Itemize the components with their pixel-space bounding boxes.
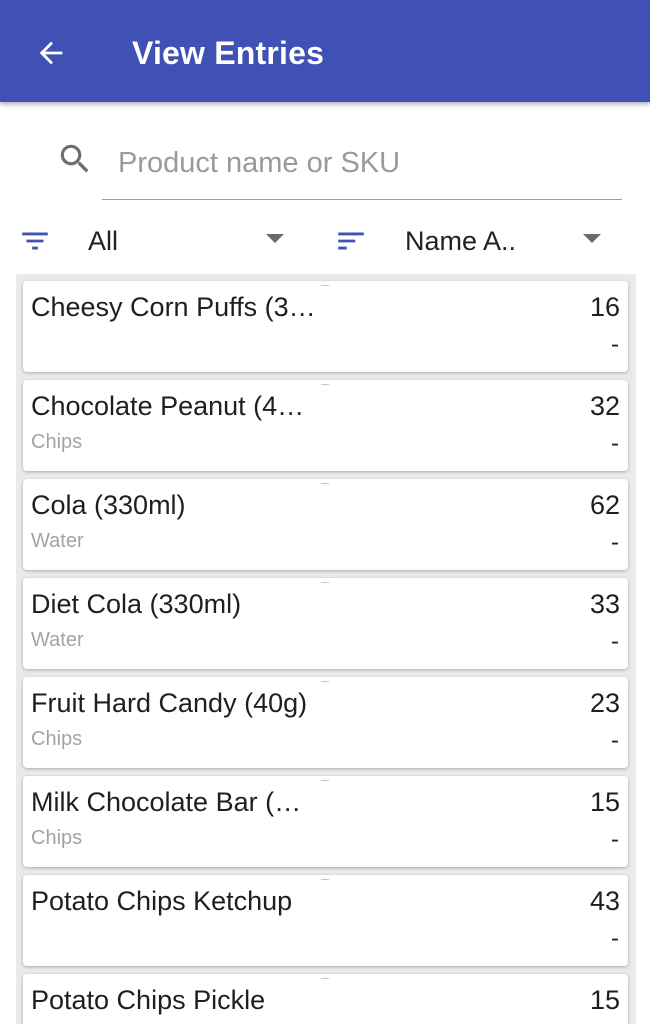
- item-secondary-value: -: [611, 331, 619, 358]
- card-divider: [321, 285, 329, 286]
- item-name: Diet Cola (330ml): [31, 589, 242, 619]
- item-quantity: 15: [589, 787, 620, 817]
- item-category: Water: [31, 629, 84, 651]
- item-name: Chocolate Peanut (4…: [31, 391, 305, 421]
- item-secondary-value: -: [611, 925, 619, 952]
- search-icon: [60, 144, 89, 173]
- item-category: Chips: [31, 431, 83, 453]
- item-name: Milk Chocolate Bar (…: [31, 787, 302, 817]
- item-secondary-value: -: [611, 529, 619, 556]
- list-item[interactable]: Potato Chips Ketchup 43 -: [23, 875, 628, 966]
- sort-dropdown[interactable]: Name A..: [334, 214, 614, 268]
- card-divider: [321, 483, 329, 484]
- page-title: View Entries: [132, 35, 325, 71]
- list-item[interactable]: Milk Chocolate Bar (… Chips 15 -: [23, 776, 628, 867]
- item-name: Fruit Hard Candy (40g): [31, 688, 308, 718]
- item-quantity: 33: [589, 589, 620, 619]
- card-divider: [321, 384, 329, 385]
- list-item[interactable]: Potato Chips Pickle 15: [23, 974, 628, 1024]
- sort-dropdown-arrow-icon: [583, 234, 601, 243]
- item-category: Water: [31, 530, 84, 552]
- item-name: Potato Chips Pickle: [31, 985, 266, 1015]
- item-secondary-value: -: [611, 826, 619, 853]
- item-secondary-value: -: [611, 430, 619, 457]
- filter-value: All: [88, 226, 119, 256]
- item-secondary-value: -: [611, 628, 619, 655]
- search-bar: [52, 128, 622, 202]
- app-bar: View Entries: [0, 0, 650, 102]
- item-quantity: 43: [589, 886, 620, 916]
- card-divider: [321, 582, 329, 583]
- item-secondary-value: -: [611, 727, 619, 754]
- entries-list[interactable]: Cheesy Corn Puffs (3… 16 - Chocolate Pea…: [16, 274, 636, 1024]
- arrow-back-icon: [39, 41, 63, 65]
- sort-icon: [338, 232, 364, 250]
- list-item[interactable]: Cola (330ml) Water 62 -: [23, 479, 628, 570]
- item-quantity: 16: [589, 292, 620, 322]
- filter-sort-row: All Name A..: [0, 214, 650, 268]
- item-quantity: 15: [589, 985, 620, 1015]
- sort-value: Name A..: [405, 226, 517, 256]
- item-name: Potato Chips Ketchup: [31, 886, 293, 916]
- card-divider: [321, 879, 329, 880]
- card-divider: [321, 681, 329, 682]
- card-divider: [321, 978, 329, 979]
- list-item[interactable]: Cheesy Corn Puffs (3… 16 -: [23, 281, 628, 372]
- item-quantity: 23: [589, 688, 620, 718]
- category-filter-dropdown[interactable]: All: [18, 214, 298, 268]
- back-button[interactable]: [28, 30, 74, 76]
- item-name: Cola (330ml): [31, 490, 186, 520]
- item-category: Chips: [31, 728, 83, 750]
- card-divider: [321, 780, 329, 781]
- item-name: Cheesy Corn Puffs (3…: [31, 292, 316, 322]
- list-item[interactable]: Diet Cola (330ml) Water 33 -: [23, 578, 628, 669]
- search-input[interactable]: [102, 128, 622, 200]
- item-quantity: 62: [589, 490, 620, 520]
- list-item[interactable]: Chocolate Peanut (4… Chips 32 -: [23, 380, 628, 471]
- list-item[interactable]: Fruit Hard Candy (40g) Chips 23 -: [23, 677, 628, 768]
- item-quantity: 32: [589, 391, 620, 421]
- filter-icon: [22, 232, 48, 250]
- item-category: Chips: [31, 827, 83, 849]
- filter-dropdown-arrow-icon: [266, 234, 284, 243]
